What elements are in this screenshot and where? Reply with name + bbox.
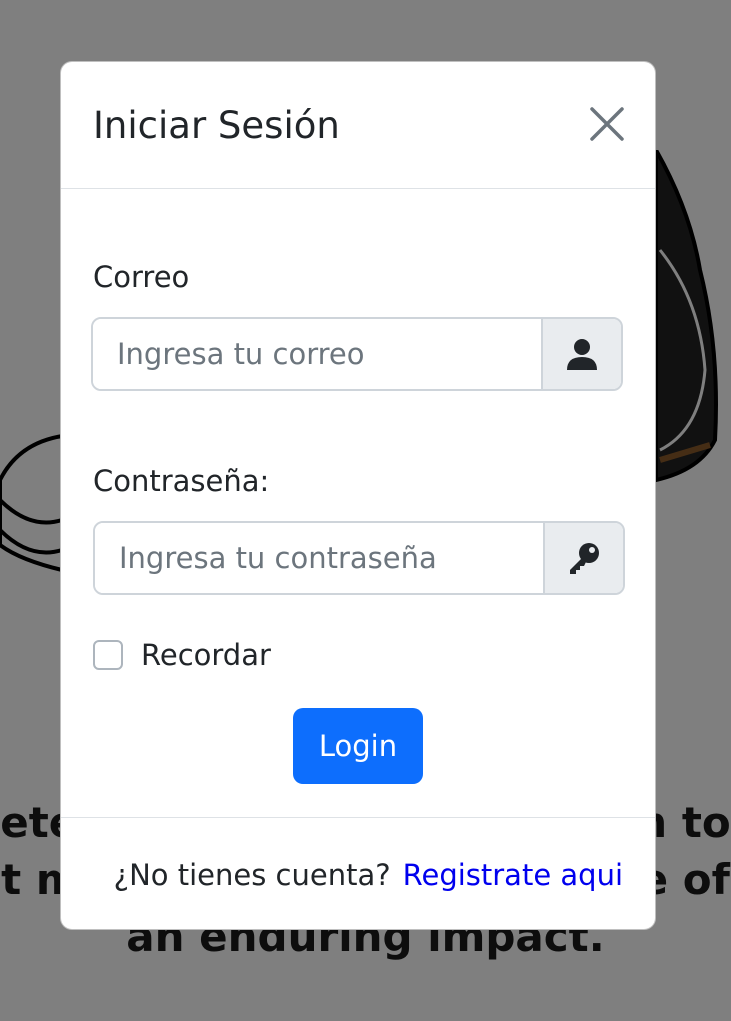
close-button[interactable] (589, 106, 625, 142)
close-icon (590, 107, 624, 141)
remember-checkbox[interactable] (93, 640, 123, 670)
modal-footer: ¿No tienes cuenta? Registrate aqui (61, 817, 655, 929)
register-link[interactable]: Registrate aqui (403, 858, 623, 892)
login-modal: Iniciar Sesión Correo Contraseña: (60, 61, 656, 930)
email-addon (541, 319, 621, 389)
password-label: Contraseña: (93, 464, 270, 498)
email-input-group (91, 317, 623, 391)
remember-row: Recordar (93, 638, 271, 672)
email-label: Correo (93, 260, 190, 294)
password-input-group (93, 521, 625, 595)
password-addon (543, 523, 623, 593)
register-prompt: ¿No tienes cuenta? Registrate aqui (114, 858, 623, 892)
key-icon (570, 543, 599, 574)
email-input[interactable] (93, 319, 541, 389)
login-button[interactable]: Login (293, 708, 423, 784)
user-icon (567, 339, 597, 370)
remember-label: Recordar (141, 638, 271, 672)
password-input[interactable] (95, 523, 543, 593)
modal-title: Iniciar Sesión (93, 104, 340, 147)
no-account-text: ¿No tienes cuenta? (113, 858, 391, 892)
modal-header: Iniciar Sesión (61, 62, 655, 189)
